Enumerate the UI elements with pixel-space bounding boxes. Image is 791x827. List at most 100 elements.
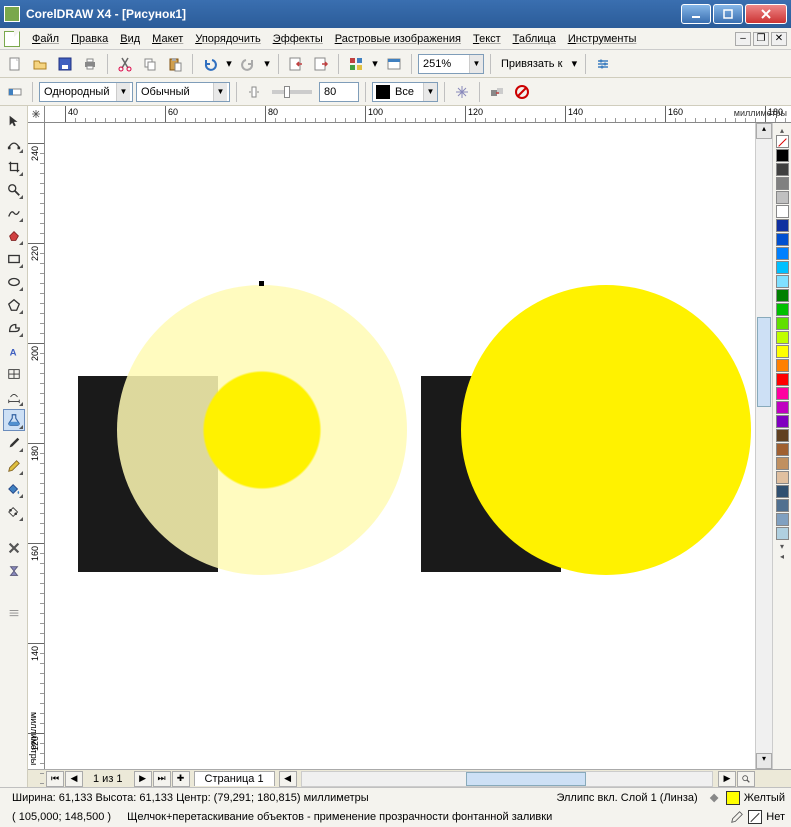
apply-to-dropdown[interactable]: Все ▼ bbox=[372, 82, 438, 102]
ellipse-tool[interactable] bbox=[3, 271, 25, 293]
color-swatch[interactable] bbox=[776, 219, 789, 232]
transparency-slider[interactable] bbox=[272, 90, 312, 94]
color-swatch[interactable] bbox=[776, 373, 789, 386]
ruler-origin[interactable] bbox=[28, 106, 45, 122]
transparency-type-dropdown[interactable]: ▼ bbox=[39, 82, 133, 102]
color-swatch[interactable] bbox=[776, 191, 789, 204]
artwork-ellipse-blurred[interactable] bbox=[461, 285, 751, 575]
text-tool[interactable]: A bbox=[3, 340, 25, 362]
color-swatch[interactable] bbox=[776, 471, 789, 484]
color-swatch[interactable] bbox=[776, 233, 789, 246]
shape-tool[interactable] bbox=[3, 133, 25, 155]
color-swatch[interactable] bbox=[776, 513, 789, 526]
add-page-button[interactable]: ✚ bbox=[172, 771, 190, 787]
fill-swatch[interactable] bbox=[726, 791, 740, 805]
color-swatch[interactable] bbox=[776, 331, 789, 344]
freehand-tool[interactable] bbox=[3, 202, 25, 224]
paste-button[interactable] bbox=[164, 53, 186, 75]
scroll-left-button[interactable]: ◀ bbox=[279, 771, 297, 787]
outline-tool[interactable] bbox=[3, 455, 25, 477]
selection-handle[interactable] bbox=[259, 281, 264, 286]
cut-button[interactable] bbox=[114, 53, 136, 75]
freeze-button[interactable] bbox=[451, 81, 473, 103]
chevron-down-icon[interactable]: ▼ bbox=[469, 55, 483, 73]
palette-scroll-down-icon[interactable]: ▾ bbox=[776, 541, 789, 551]
zoom-page-button[interactable] bbox=[737, 771, 755, 787]
first-page-button[interactable]: ⏮ bbox=[46, 771, 64, 787]
color-swatch[interactable] bbox=[776, 163, 789, 176]
color-swatch[interactable] bbox=[776, 415, 789, 428]
palette-flyout-icon[interactable]: ◂ bbox=[776, 551, 789, 561]
mdi-restore-button[interactable]: ❐ bbox=[753, 32, 769, 46]
slider-thumb[interactable] bbox=[284, 86, 290, 98]
color-swatch[interactable] bbox=[776, 345, 789, 358]
mdi-minimize-button[interactable]: ‒ bbox=[735, 32, 751, 46]
maximize-button[interactable] bbox=[713, 4, 743, 24]
color-swatch[interactable] bbox=[776, 457, 789, 470]
app-launcher-button[interactable] bbox=[345, 53, 367, 75]
chevron-down-icon[interactable]: ▼ bbox=[213, 83, 227, 101]
color-swatch[interactable] bbox=[776, 429, 789, 442]
open-button[interactable] bbox=[29, 53, 51, 75]
dimension-tool[interactable] bbox=[3, 386, 25, 408]
redo-dropdown-icon[interactable]: ▾ bbox=[262, 53, 272, 75]
undo-button[interactable] bbox=[199, 53, 221, 75]
scroll-right-button[interactable]: ▶ bbox=[718, 771, 736, 787]
prev-page-button[interactable]: ◀ bbox=[65, 771, 83, 787]
color-swatch[interactable] bbox=[776, 177, 789, 190]
redo-button[interactable] bbox=[237, 53, 259, 75]
menu-растровые изображения[interactable]: Растровые изображения bbox=[329, 31, 467, 47]
quick-customize-icon[interactable] bbox=[3, 602, 25, 624]
color-swatch[interactable] bbox=[776, 303, 789, 316]
canvas[interactable] bbox=[45, 123, 755, 769]
vertical-ruler[interactable]: миллиметры 240220200180160140120 bbox=[28, 123, 45, 769]
clear-transparency-button[interactable] bbox=[511, 81, 533, 103]
color-swatch[interactable] bbox=[776, 499, 789, 512]
interactive-transparency-tool[interactable] bbox=[3, 409, 25, 431]
polygon-tool[interactable] bbox=[3, 294, 25, 316]
no-fill-icon[interactable] bbox=[3, 537, 25, 559]
fill-tool[interactable] bbox=[3, 478, 25, 500]
scroll-up-button[interactable]: ▴ bbox=[756, 123, 772, 139]
color-swatch[interactable] bbox=[776, 149, 789, 162]
transparency-operation-dropdown[interactable]: ▼ bbox=[136, 82, 230, 102]
status-fill-indicator[interactable]: Желтый bbox=[708, 791, 785, 805]
color-swatch[interactable] bbox=[776, 485, 789, 498]
status-outline-indicator[interactable]: Нет bbox=[730, 810, 785, 824]
color-swatch[interactable] bbox=[776, 205, 789, 218]
new-button[interactable] bbox=[4, 53, 26, 75]
rectangle-tool[interactable] bbox=[3, 248, 25, 270]
transparency-value-input[interactable] bbox=[319, 82, 359, 102]
menu-файл[interactable]: Файл bbox=[26, 31, 65, 47]
minimize-button[interactable] bbox=[681, 4, 711, 24]
menu-эффекты[interactable]: Эффекты bbox=[267, 31, 329, 47]
palette-scroll-up-icon[interactable]: ▴ bbox=[776, 125, 789, 135]
mdi-close-button[interactable]: ✕ bbox=[771, 32, 787, 46]
copy-button[interactable] bbox=[139, 53, 161, 75]
menu-текст[interactable]: Текст bbox=[467, 31, 507, 47]
scrollbar-thumb[interactable] bbox=[757, 317, 771, 407]
next-page-button[interactable]: ▶ bbox=[134, 771, 152, 787]
zoom-input[interactable] bbox=[419, 55, 469, 73]
menu-макет[interactable]: Макет bbox=[146, 31, 189, 47]
horizontal-scrollbar[interactable] bbox=[301, 771, 713, 787]
menu-правка[interactable]: Правка bbox=[65, 31, 114, 47]
opacity-input[interactable] bbox=[320, 83, 356, 101]
copy-transparency-button[interactable] bbox=[486, 81, 508, 103]
horizontal-ruler[interactable]: 406080100120140160180 миллиметры bbox=[28, 106, 791, 123]
save-button[interactable] bbox=[54, 53, 76, 75]
color-swatch[interactable] bbox=[776, 359, 789, 372]
interactive-fill-tool[interactable] bbox=[3, 501, 25, 523]
transparency-type-input[interactable] bbox=[40, 83, 116, 101]
eyedropper-tool[interactable] bbox=[3, 432, 25, 454]
menu-упорядочить[interactable]: Упорядочить bbox=[189, 31, 266, 47]
zoom-dropdown[interactable]: ▼ bbox=[418, 54, 484, 74]
scroll-down-button[interactable]: ▾ bbox=[756, 753, 772, 769]
color-swatch[interactable] bbox=[776, 387, 789, 400]
smart-fill-tool[interactable] bbox=[3, 225, 25, 247]
crop-tool[interactable] bbox=[3, 156, 25, 178]
import-button[interactable] bbox=[285, 53, 307, 75]
undo-dropdown-icon[interactable]: ▾ bbox=[224, 53, 234, 75]
table-tool[interactable] bbox=[3, 363, 25, 385]
export-button[interactable] bbox=[310, 53, 332, 75]
